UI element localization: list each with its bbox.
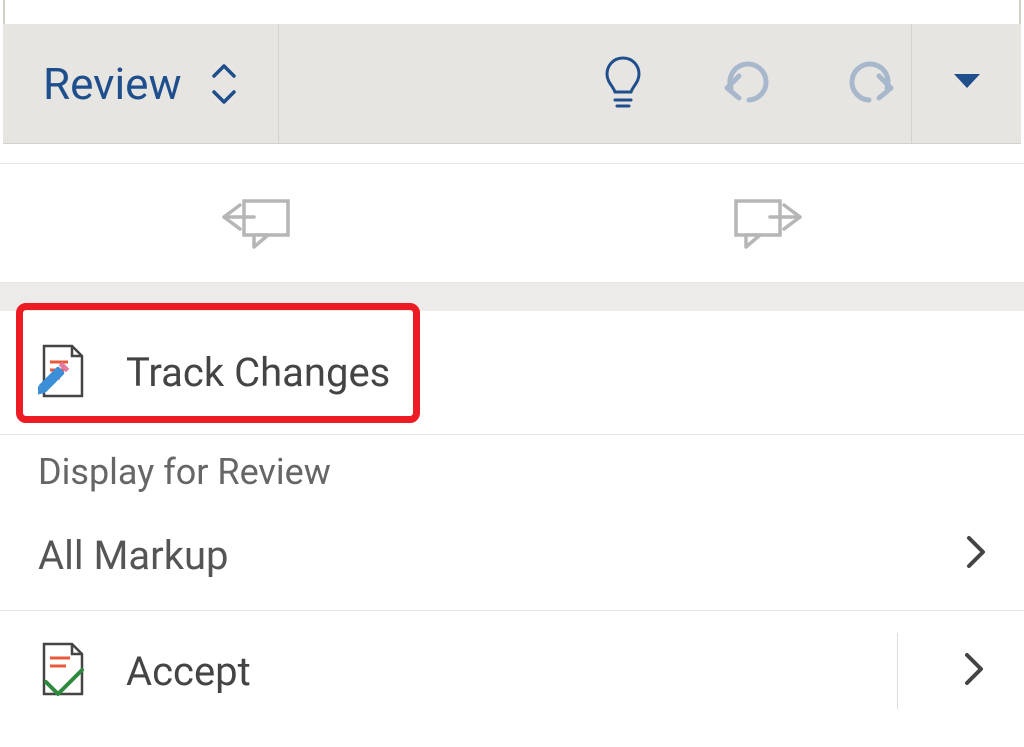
accept-label: Accept: [126, 648, 251, 695]
accept-icon: [38, 640, 92, 702]
ribbon-toolbar: Review: [3, 24, 1021, 144]
ribbon-tab-review[interactable]: Review: [3, 24, 279, 143]
undo-button[interactable]: [715, 52, 779, 116]
previous-comment-icon: [218, 191, 294, 255]
toolbar-overflow-button[interactable]: [911, 24, 1021, 143]
all-markup-label: All Markup: [38, 532, 229, 579]
display-for-review-heading: Display for Review: [0, 435, 1024, 501]
redo-icon: [843, 58, 899, 110]
spacer: [0, 144, 1024, 163]
ribbon-tab-label: Review: [43, 58, 182, 110]
chevron-right-icon: [966, 532, 986, 579]
track-changes-button[interactable]: Track Changes: [0, 311, 1024, 435]
all-markup-button[interactable]: All Markup: [0, 501, 1024, 611]
divider: [897, 633, 898, 709]
previous-comment-button[interactable]: [0, 164, 512, 282]
lightbulb-button[interactable]: [591, 52, 655, 116]
redo-button[interactable]: [839, 52, 903, 116]
lightbulb-icon: [603, 54, 643, 114]
ribbon-switcher-icon: [210, 62, 238, 106]
toolbar-actions: [279, 24, 911, 143]
track-changes-icon: [38, 342, 92, 404]
document-edge: [3, 0, 1021, 24]
track-changes-label: Track Changes: [126, 349, 390, 396]
chevron-right-icon[interactable]: [964, 652, 984, 690]
next-comment-icon: [730, 191, 806, 255]
section-spacer: [0, 283, 1024, 311]
accept-button[interactable]: Accept: [0, 611, 1024, 731]
comment-navigation: [0, 163, 1024, 283]
undo-icon: [719, 58, 775, 110]
next-comment-button[interactable]: [512, 164, 1024, 282]
dropdown-triangle-icon: [954, 74, 980, 94]
